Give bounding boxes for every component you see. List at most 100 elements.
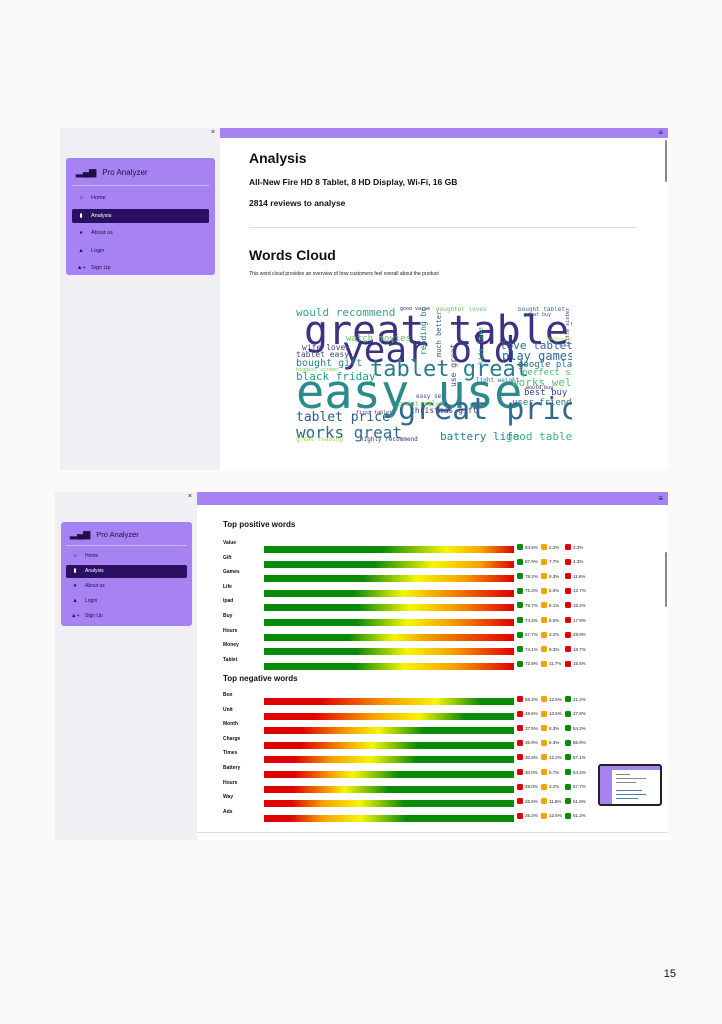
user-icon: ▲ [78,247,84,254]
percent-value: 74.1% [525,646,538,652]
hamburger-menu-icon[interactable]: ≡ [658,492,663,505]
percent-g: 56.9% [565,739,586,746]
percent-value: 67.7% [573,784,586,790]
sidebar-item-label: Home [91,195,106,201]
legend-swatch [541,798,547,805]
top-bar: ≡ [220,128,668,138]
percent-o: 3.2% [541,783,559,790]
percent-g: 61.8% [565,798,586,805]
percent-value: 3.2% [549,632,560,638]
bar-chart-logo-icon: ▂▄▆ [76,167,97,177]
percent-o: 5.0% [541,587,559,594]
menu-header: ▂▄▆ Pro Analyzer [72,164,209,186]
word-label: Buy [223,613,233,619]
percent-value: 37.8% [573,711,586,717]
percent-value: 37.5% [525,725,538,731]
percent-value: 57.1% [573,754,586,760]
positive-word-row: Gift 87.9% 7.7% 4.3% [223,555,603,569]
sidebar-item-home[interactable]: ⌂ Home [72,191,209,205]
percent-value: 12.2% [549,754,562,760]
legend-swatch [565,602,571,609]
sidebar-item-sign-up[interactable]: ▲+ Sign Up [66,610,187,623]
percent-r: 37.5% [517,725,538,732]
word-label: Hours [223,779,238,786]
bar-chart-icon: ▮ [79,212,83,219]
sidebar-item-login[interactable]: ▲ Login [72,244,209,258]
percent-value: 72.3% [525,588,538,594]
legend-swatch [517,558,523,565]
percent-value: 75.7% [525,602,538,608]
legend-swatch [565,710,571,717]
positive-word-row: Games 79.2% 9.3% 11.6% [223,569,603,583]
cloud-word: easy set [416,393,445,400]
app-title: Pro Analyzer [96,530,139,539]
legend-swatch [541,602,547,609]
sentiment-bar [264,814,514,822]
cloud-word: perfect size [522,368,572,378]
legend-swatch [541,587,547,594]
hamburger-menu-icon[interactable]: ≡ [658,128,663,138]
sidebar-item-sign-up[interactable]: ▲+ Sign Up [72,261,209,275]
percent-value: 26.2% [525,813,538,819]
sentiment-bar [264,756,514,764]
sidebar-menu: ▂▄▆ Pro Analyzer ⌂ Home ▮ Analysis ● About us… [61,522,192,626]
legend-swatch [541,558,547,565]
analysis-header: Analysis All-New Fire HD 8 Tablet, 8 HD … [249,150,637,208]
negative-word-row: Box 56.2% 12.5% 31.2% [223,692,603,706]
positive-word-row: Money 74.1% 9.3% 16.7% [223,642,603,656]
cloud-word: highly recommend [360,436,418,443]
sentiment-bar [264,727,514,735]
bar-chart-icon: ▮ [73,568,77,575]
legend-swatch [565,631,571,638]
word-label: Times [223,750,238,757]
cloud-word: wife loves [302,343,351,352]
sidebar-item-login[interactable]: ▲ Login [66,595,187,608]
legend-swatch [517,710,523,717]
cloud-word: kids love [477,327,485,365]
percent-value: 8.1% [549,602,560,608]
percent-value: 30.6% [525,754,538,760]
sentiment-bar [264,560,514,568]
sidebar-item-home[interactable]: ⌂ Home [66,550,187,563]
sidebar-item-analysis[interactable]: ▮ Analysis [72,208,209,223]
legend-swatch [565,725,571,732]
percent-g: 74.3% [517,617,538,623]
sentiment-bar [264,648,514,656]
percent-o: 9.3% [541,573,559,580]
sidebar-item-about-us[interactable]: ● About us [72,226,209,240]
percent-r: 36.9% [517,739,538,746]
word-label: Hours [223,627,238,634]
percent-value: 12.7% [573,588,586,594]
word-label: Games [223,569,240,576]
legend-swatch [517,739,523,746]
sidebar: × ▂▄▆ Pro Analyzer ⌂ Home ▮ Analysis ● About … [60,128,220,470]
home-icon: ⌂ [73,553,77,560]
close-sidebar-button[interactable]: × [188,493,192,500]
cloud-word: first tablet [356,410,393,416]
positive-word-row: Buy 74.3% 8.0% 17.9% [223,613,603,627]
percent-g: 67.7% [565,783,586,790]
percent-value: 5.7% [549,769,560,775]
user-icon: ▲ [72,598,78,605]
scrollbar[interactable] [665,140,667,182]
top-bar: ≡ [197,492,668,505]
close-sidebar-button[interactable]: × [211,129,215,136]
scrollbar[interactable] [665,552,667,607]
sidebar-item-analysis[interactable]: ▮ Analysis [66,565,187,578]
percent-g: 74.1% [517,646,538,653]
percent-value: 31.2% [573,696,586,702]
sentiment-bar [264,712,514,720]
percent-value: 4.3% [573,559,584,565]
percent-g: 72.3% [517,587,538,594]
cloud-word: use great [449,343,458,387]
words-cloud-description: This word cloud provides an overview of … [249,271,439,277]
negative-word-row: Way 26.5% 11.8% 61.8% [223,794,603,808]
percent-g: 37.8% [565,710,586,717]
legend-swatch [565,587,571,594]
sidebar-item-about-us[interactable]: ● About us [66,580,187,593]
legend-swatch [517,798,523,805]
percent-g: 79.2% [517,573,538,580]
percent-value: 3.3% [573,544,584,550]
percent-value: 61.8% [573,798,586,804]
home-icon: ⌂ [79,195,83,201]
